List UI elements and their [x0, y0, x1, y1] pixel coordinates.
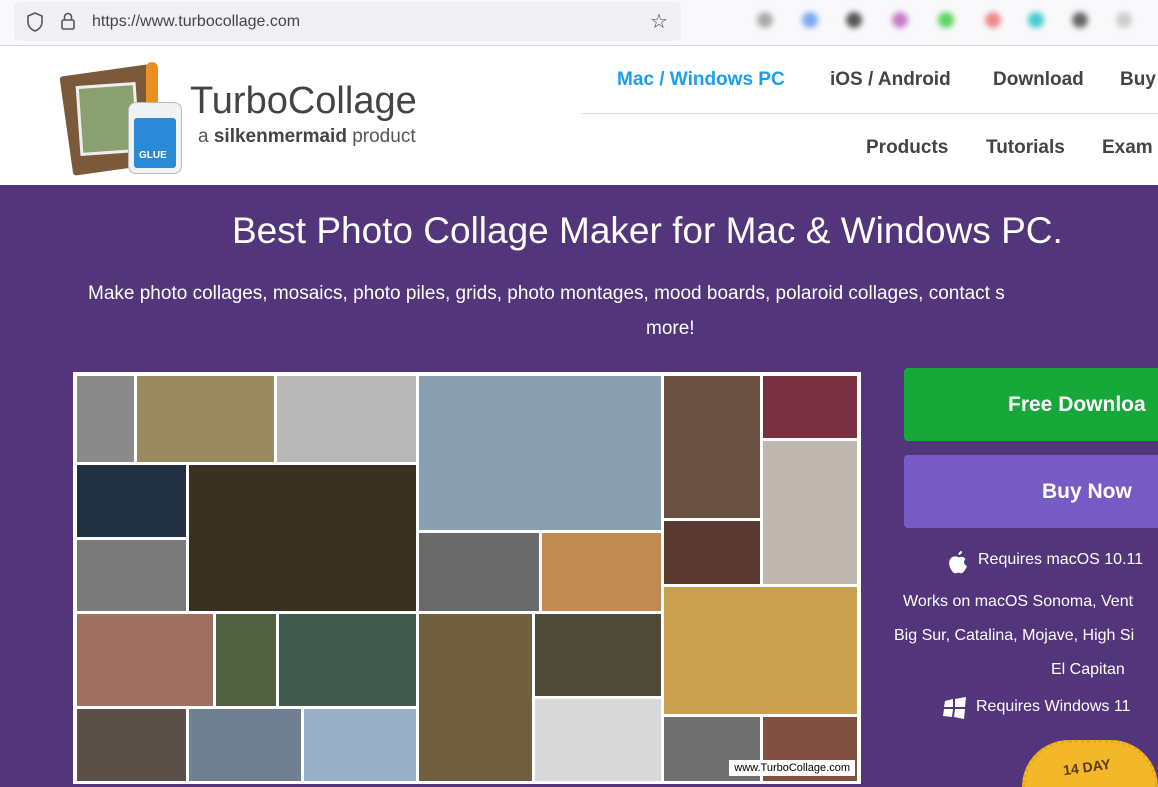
- extension-icon[interactable]: [802, 12, 818, 28]
- extension-icon[interactable]: [1116, 12, 1132, 28]
- apple-icon: [949, 551, 967, 574]
- extension-icon[interactable]: [892, 12, 908, 28]
- hero-subtitle: Make photo collages, mosaics, photo pile…: [88, 283, 1005, 304]
- buy-now-button[interactable]: Buy Now: [904, 455, 1158, 528]
- extension-icon[interactable]: [1072, 12, 1088, 28]
- tagline: a silkenmermaid product: [198, 126, 416, 148]
- collage-watermark: www.TurboCollage.com: [729, 760, 855, 776]
- hero-subtitle-cont: more!: [646, 318, 695, 339]
- hero-title: Best Photo Collage Maker for Mac & Windo…: [232, 210, 1063, 251]
- extension-icon[interactable]: [985, 12, 1001, 28]
- address-bar[interactable]: https://www.turbocollage.com ☆: [14, 2, 681, 41]
- browser-toolbar: https://www.turbocollage.com ☆: [0, 0, 1158, 46]
- nav-products[interactable]: Products: [866, 137, 948, 159]
- mac-requirement: Requires macOS 10.11: [978, 551, 1144, 568]
- windows-requirement: Requires Windows 11: [976, 698, 1131, 715]
- macos-versions-1: Works on macOS Sonoma, Vent: [903, 593, 1134, 610]
- tagline-suffix: product: [352, 126, 416, 147]
- macos-versions-3: El Capitan: [1051, 661, 1125, 678]
- turbocollage-logo[interactable]: GLUE: [59, 62, 187, 176]
- nav-ios-android[interactable]: iOS / Android: [830, 69, 951, 91]
- macos-versions-2: Big Sur, Catalina, Mojave, High Si: [894, 627, 1135, 644]
- nav-examples[interactable]: Exam: [1102, 137, 1153, 159]
- extension-icon[interactable]: [938, 12, 954, 28]
- nav-divider: [582, 113, 1158, 114]
- nav-mac-windows[interactable]: Mac / Windows PC: [617, 69, 785, 91]
- brand-name[interactable]: TurboCollage: [190, 80, 417, 123]
- lock-icon: [61, 12, 75, 30]
- url-text[interactable]: https://www.turbocollage.com: [92, 13, 300, 31]
- shield-icon: [27, 12, 43, 32]
- free-download-button[interactable]: Free Downloa: [904, 368, 1158, 441]
- extension-icon[interactable]: [846, 12, 862, 28]
- extension-icon[interactable]: [757, 12, 773, 28]
- sample-collage-image: www.TurboCollage.com: [73, 372, 861, 784]
- tagline-company: silkenmermaid: [213, 126, 347, 147]
- nav-buy[interactable]: Buy: [1120, 69, 1156, 91]
- nav-tutorials[interactable]: Tutorials: [986, 137, 1065, 159]
- logo-label: GLUE: [139, 150, 167, 161]
- bookmark-star-icon[interactable]: ☆: [650, 9, 668, 34]
- tagline-prefix: a: [198, 126, 209, 147]
- nav-download[interactable]: Download: [993, 69, 1084, 91]
- extension-icon[interactable]: [1028, 12, 1044, 28]
- seal-text: 14 DAY: [1062, 755, 1112, 779]
- windows-icon: [943, 697, 966, 719]
